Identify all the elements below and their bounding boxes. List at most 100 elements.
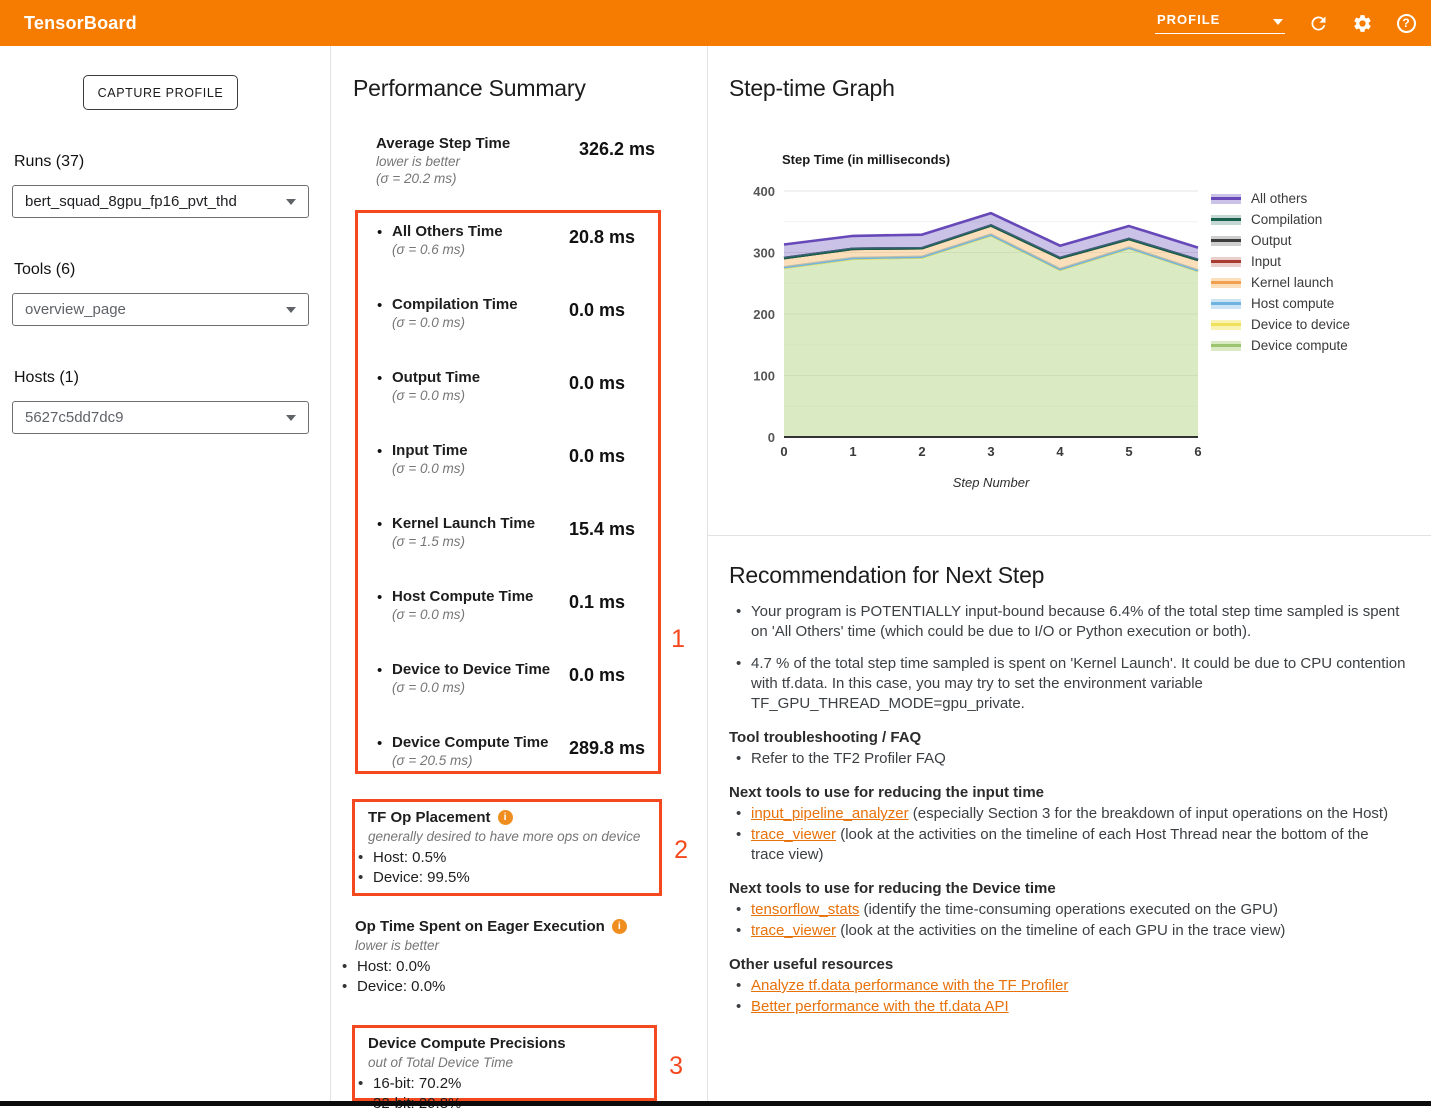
tool-link[interactable]: trace_viewer: [751, 826, 836, 843]
legend-label: Device to device: [1251, 317, 1350, 332]
bullet: •: [377, 443, 382, 460]
recommendation-subsection: Other useful resourcesAnalyze tf.data pe…: [729, 956, 1406, 1017]
info-icon[interactable]: i: [612, 919, 627, 934]
svg-text:6: 6: [1194, 444, 1201, 459]
item-text: (look at the activities on the timeline …: [751, 826, 1369, 863]
block-note: lower is better: [355, 937, 685, 954]
subsection-item: input_pipeline_analyzer (especially Sect…: [729, 804, 1406, 824]
refresh-icon[interactable]: [1307, 12, 1329, 34]
block-note: generally desired to have more ops on de…: [368, 828, 649, 845]
subsection-item: trace_viewer (look at the activities on …: [729, 825, 1406, 865]
svg-text:0: 0: [768, 430, 775, 445]
runs-select-value: bert_squad_8gpu_fp16_pvt_thd: [25, 193, 286, 210]
metric-row: •Device Compute Time(σ = 20.5 ms)289.8 m…: [368, 733, 648, 769]
metric-row: •All Others Time(σ = 0.6 ms)20.8 ms: [368, 222, 648, 258]
legend-swatch: [1211, 194, 1241, 204]
legend-item: Output: [1211, 230, 1350, 251]
chevron-down-icon: [286, 415, 296, 421]
recommendation-title: Recommendation for Next Step: [729, 562, 1406, 589]
legend-label: Input: [1251, 254, 1281, 269]
tool-link[interactable]: trace_viewer: [751, 922, 836, 939]
legend-item: Compilation: [1211, 209, 1350, 230]
dashboard-selector[interactable]: PROFILE: [1155, 12, 1285, 34]
subsection-item: tensorflow_stats (identify the time-cons…: [729, 900, 1406, 920]
legend-swatch: [1211, 257, 1241, 267]
recommendation-bullet: Your program is POTENTIALLY input-bound …: [729, 602, 1406, 642]
metric-value: 0.0 ms: [569, 300, 625, 321]
tools-select[interactable]: overview_page: [12, 293, 309, 326]
app-header: TensorBoard PROFILE ?: [0, 0, 1431, 46]
info-icon[interactable]: i: [498, 810, 513, 825]
recommendation-bullet: 4.7 % of the total step time sampled is …: [729, 654, 1406, 714]
bullet: •: [377, 224, 382, 241]
legend-swatch: [1211, 341, 1241, 351]
svg-text:2: 2: [918, 444, 925, 459]
recommendation-subsection: Tool troubleshooting / FAQ Refer to the T…: [729, 729, 1406, 769]
recommendation-subsections: Tool troubleshooting / FAQ Refer to the T…: [729, 729, 1406, 1017]
block-item: 16-bit: 70.2%: [358, 1074, 644, 1094]
legend-label: Compilation: [1251, 212, 1322, 227]
subsection-item: Refer to the TF2 Profiler FAQ: [729, 749, 1406, 769]
metric-value: 0.1 ms: [569, 592, 625, 613]
metric-row: •Output Time(σ = 0.0 ms)0.0 ms: [368, 368, 648, 404]
block-item: Host: 0.0%: [342, 957, 685, 977]
item-text: (look at the activities on the timeline …: [836, 922, 1285, 939]
svg-text:300: 300: [753, 246, 775, 261]
svg-text:5: 5: [1125, 444, 1132, 459]
metric-row: •Host Compute Time(σ = 0.0 ms)0.1 ms: [368, 587, 648, 623]
recommendation-bullets: Your program is POTENTIALLY input-bound …: [729, 602, 1406, 714]
legend-item: Device compute: [1211, 335, 1350, 356]
chart-legend: All others Compilation Output Input Kernel l…: [1211, 188, 1350, 356]
legend-item: Host compute: [1211, 293, 1350, 314]
performance-summary-panel: Performance Summary Average Step Timelow…: [330, 46, 707, 1101]
chevron-down-icon: [286, 199, 296, 205]
chevron-down-icon: [1273, 19, 1283, 25]
subsection-heading: Tool troubleshooting / FAQ: [729, 729, 1406, 746]
legend-label: Host compute: [1251, 296, 1334, 311]
metric-value: 0.0 ms: [569, 665, 625, 686]
svg-text:4: 4: [1056, 444, 1064, 459]
app-title: TensorBoard: [24, 0, 137, 46]
block-title: Op Time Spent on Eager Executioni: [355, 917, 685, 936]
tools-select-value: overview_page: [25, 301, 286, 318]
tool-link[interactable]: input_pipeline_analyzer: [751, 805, 909, 822]
metric-row: •Device to Device Time(σ = 0.0 ms)0.0 ms: [368, 660, 648, 696]
svg-text:Step Number: Step Number: [953, 475, 1030, 490]
metric-value: 15.4 ms: [569, 519, 635, 540]
item-text: (identify the time-consuming operations …: [859, 901, 1278, 918]
metric-value: 0.0 ms: [569, 373, 625, 394]
subsection-heading: Next tools to use for reducing the input…: [729, 784, 1406, 801]
legend-swatch: [1211, 320, 1241, 330]
metric-value: 0.0 ms: [569, 446, 625, 467]
metric-row: •Compilation Time(σ = 0.0 ms)0.0 ms: [368, 295, 648, 331]
step-time-breakdown-annotated-box: 1 •All Others Time(σ = 0.6 ms)20.8 ms•Co…: [355, 210, 661, 774]
legend-swatch: [1211, 236, 1241, 246]
legend-item: Kernel launch: [1211, 272, 1350, 293]
legend-swatch: [1211, 278, 1241, 288]
tool-link[interactable]: Better performance with the tf.data API: [751, 998, 1009, 1015]
capture-profile-button[interactable]: CAPTURE PROFILE: [83, 75, 238, 110]
tool-link[interactable]: tensorflow_stats: [751, 901, 859, 918]
subsection-item: trace_viewer (look at the activities on …: [729, 921, 1406, 941]
recommendation-subsection: Next tools to use for reducing the input…: [729, 784, 1406, 865]
block-item: Device: 0.0%: [342, 977, 685, 997]
hosts-select[interactable]: 5627c5dd7dc9: [12, 401, 309, 434]
item-text: (especially Section 3 for the breakdown …: [909, 805, 1388, 822]
svg-text:400: 400: [753, 184, 775, 199]
svg-text:3: 3: [987, 444, 994, 459]
legend-swatch: [1211, 299, 1241, 309]
metric-value: 289.8 ms: [569, 738, 645, 759]
legend-label: Device compute: [1251, 338, 1348, 353]
runs-select[interactable]: bert_squad_8gpu_fp16_pvt_thd: [12, 185, 309, 218]
settings-icon[interactable]: [1351, 12, 1373, 34]
bullet: •: [377, 370, 382, 387]
block-title: TF Op Placementi: [368, 808, 649, 827]
eager-execution-block: Op Time Spent on Eager Executionilower i…: [355, 917, 685, 996]
bullet: •: [377, 589, 382, 606]
legend-item: All others: [1211, 188, 1350, 209]
annotation-2: 2: [674, 836, 688, 865]
metric-value: 20.8 ms: [569, 227, 635, 248]
svg-text:0: 0: [780, 444, 787, 459]
help-icon[interactable]: ?: [1395, 12, 1417, 34]
tool-link[interactable]: Analyze tf.data performance with the TF …: [751, 977, 1068, 994]
